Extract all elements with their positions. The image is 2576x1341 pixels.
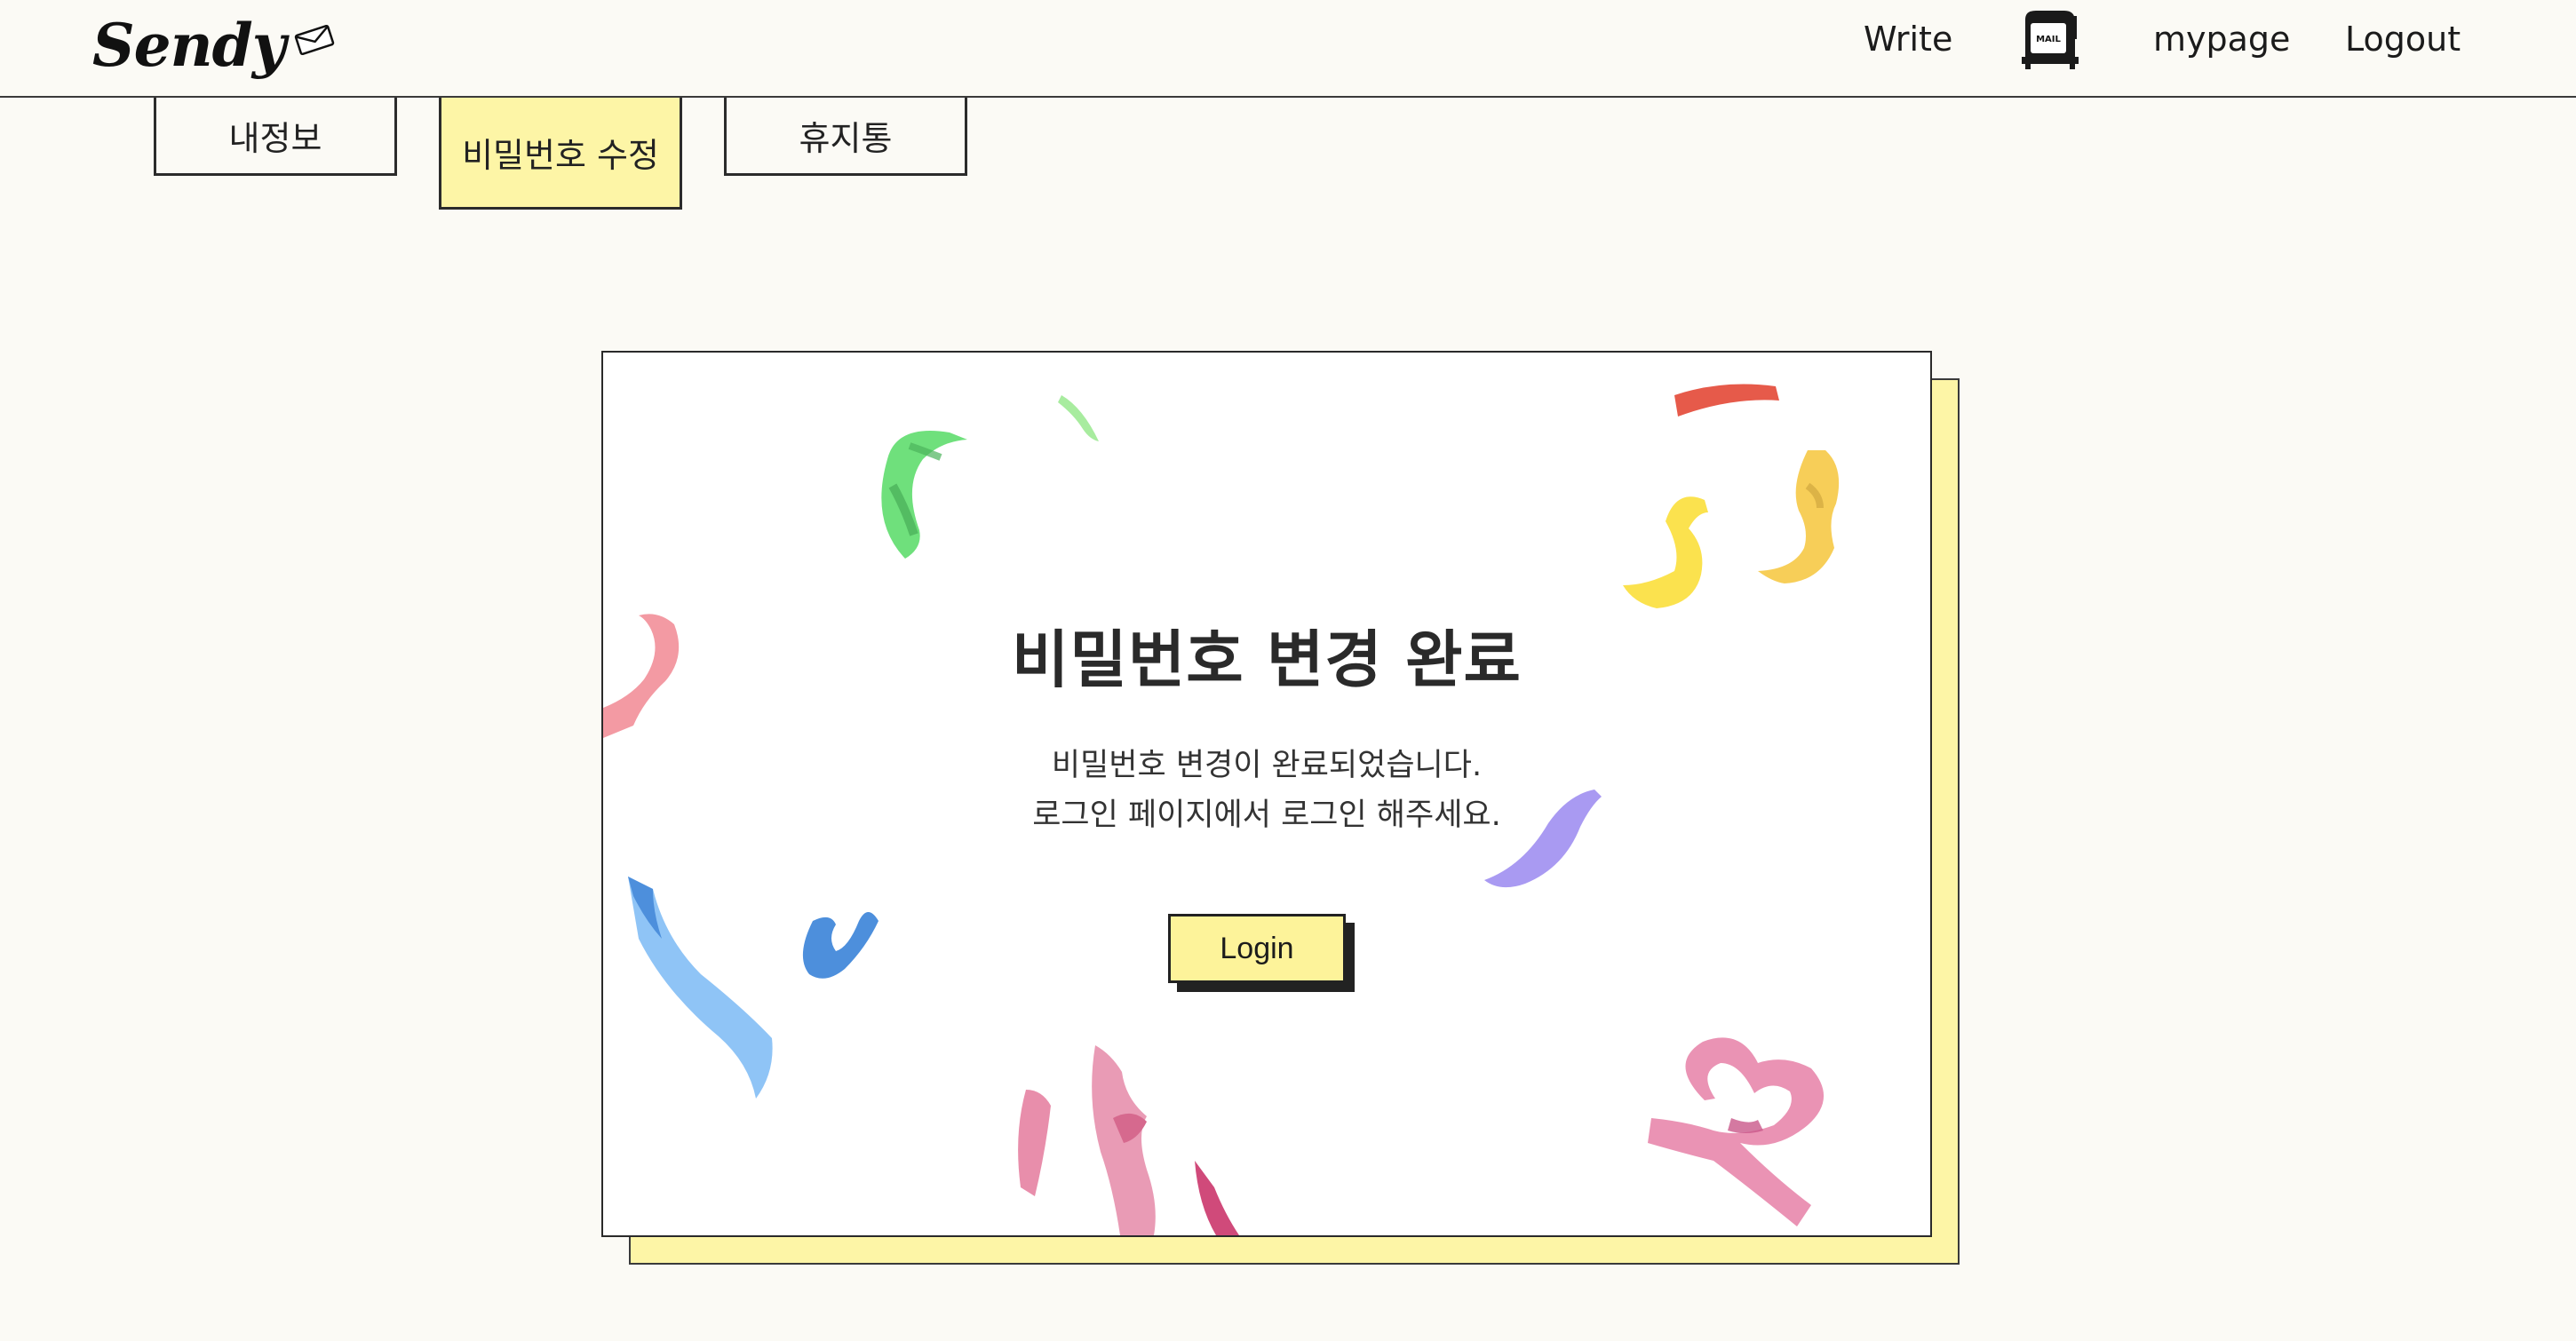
tab-my-info[interactable]: 내정보 [154,98,397,176]
login-button[interactable]: Login [1168,914,1346,983]
nav-logout-link[interactable]: Logout [2345,0,2461,78]
mail-icon-text: MAIL [2036,35,2061,44]
logo-text: Sendy [92,11,286,80]
mailbox-icon-graphic: MAIL [2022,11,2079,69]
mailbox-icon[interactable]: MAIL [2018,7,2080,71]
top-header: Sendy Write MAIL mypage Logout [0,0,2576,98]
success-message-line2: 로그인 페이지에서 로그인 해주세요. [1032,797,1501,833]
password-changed-card: 비밀번호 변경 완료 비밀번호 변경이 완료되었습니다. 로그인 페이지에서 로… [601,351,1932,1237]
nav-write-link[interactable]: Write [1864,0,1952,78]
login-button-wrapper: Login [1168,914,1358,994]
sendy-logo[interactable]: Sendy [92,5,335,85]
nav-mypage-link[interactable]: mypage [2153,0,2290,78]
success-message-line1: 비밀번호 변경이 완료되었습니다. [1051,748,1483,783]
envelope-icon [294,25,335,55]
tab-change-password[interactable]: 비밀번호 수정 [439,98,682,210]
tab-trash[interactable]: 휴지통 [724,98,967,176]
card-title: 비밀번호 변경 완료 [1012,623,1522,696]
